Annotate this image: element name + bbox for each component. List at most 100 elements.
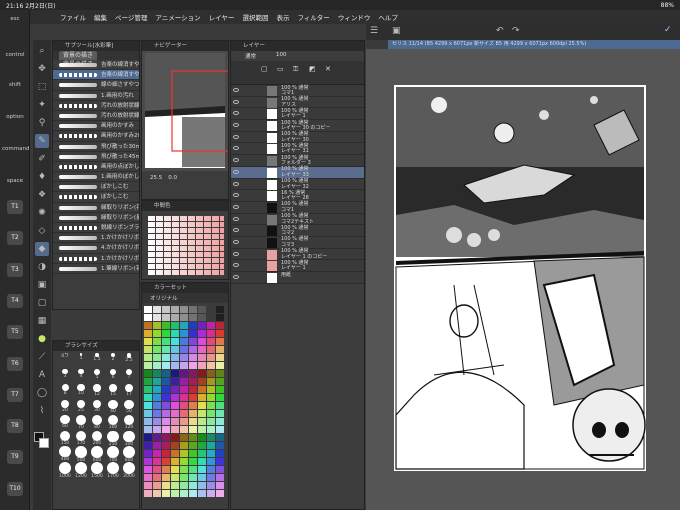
menu-item-9[interactable]: ヘルプ	[378, 12, 398, 22]
canvas-tab[interactable]: セリス 11/14 (B5 4299 x 6071px 新サイズ B5 用 42…	[388, 40, 680, 49]
color-swatch[interactable]	[152, 369, 161, 377]
color-swatch[interactable]	[215, 369, 224, 377]
visibility-eye-icon[interactable]	[233, 275, 239, 279]
brush-size-cell[interactable]: 1.5	[89, 353, 105, 369]
color-swatch[interactable]	[188, 409, 197, 417]
subtool-tab-1[interactable]: 背景の描き	[59, 51, 98, 60]
color-swatch[interactable]	[197, 337, 206, 345]
color-swatch[interactable]	[206, 369, 215, 377]
color-swatch[interactable]	[215, 377, 224, 385]
brush-size-cell[interactable]: 20	[57, 399, 73, 416]
layer-row[interactable]: 100 % 通常 アリス	[231, 97, 364, 109]
color-swatch[interactable]	[179, 449, 188, 457]
visibility-eye-icon[interactable]	[233, 228, 239, 233]
color-swatch[interactable]	[206, 409, 215, 417]
color-swatch[interactable]	[206, 345, 215, 353]
brush-size-cell[interactable]: 2.5	[121, 353, 137, 369]
color-swatch[interactable]	[188, 313, 197, 321]
menu-item-7[interactable]: フィルター	[297, 12, 329, 22]
color-swatch[interactable]	[170, 449, 179, 457]
color-swatch[interactable]	[170, 457, 179, 465]
color-swatch[interactable]	[215, 417, 224, 425]
brush-item[interactable]: 吉楽の線消すやつ・調整用-小	[53, 60, 139, 71]
color-swatch[interactable]	[206, 457, 215, 465]
color-swatch[interactable]	[179, 329, 188, 337]
color-swatch[interactable]	[179, 433, 188, 441]
color-swatch[interactable]	[143, 433, 152, 441]
brush-item[interactable]: 画用の点ぼかし	[53, 162, 139, 173]
dock-key-shift[interactable]: shift	[2, 82, 28, 88]
brush-item[interactable]: 1.かけかけリボンブラシ(花火)	[53, 254, 139, 264]
color-swatch[interactable]	[206, 393, 215, 401]
color-swatch[interactable]	[170, 353, 179, 361]
visibility-eye-icon[interactable]	[233, 111, 239, 116]
color-swatch[interactable]	[143, 393, 152, 401]
color-grid[interactable]	[148, 215, 224, 275]
color-swatch[interactable]	[161, 433, 170, 441]
dock-key-t7[interactable]: T7	[7, 387, 23, 402]
dock-key-t10[interactable]: T10	[7, 481, 23, 496]
menu-item-4[interactable]: レイヤー	[209, 12, 235, 22]
color-swatch[interactable]	[206, 417, 215, 425]
menu-item-1[interactable]: 編集	[94, 12, 107, 22]
color-swatch[interactable]	[170, 377, 179, 385]
color-swatch[interactable]	[170, 401, 179, 409]
color-swatch[interactable]	[161, 473, 170, 481]
dock-key-control[interactable]: control	[2, 52, 28, 58]
color-swatch[interactable]	[179, 489, 188, 497]
color-swatch[interactable]	[215, 425, 224, 433]
color-swatch[interactable]	[179, 321, 188, 329]
layer-row[interactable]: 100 % 通常 コマ3	[231, 237, 364, 249]
color-swatch[interactable]	[143, 353, 152, 361]
color-swatch[interactable]	[215, 457, 224, 465]
color-swatch[interactable]	[170, 409, 179, 417]
brush-size-cell[interactable]: 8	[57, 384, 73, 400]
color-swatches[interactable]	[142, 303, 228, 497]
color-swatch[interactable]	[161, 393, 170, 401]
balloon-tool-icon[interactable]: ◯	[35, 386, 49, 400]
brush-item[interactable]: ぼかしこむ	[53, 182, 139, 193]
dock-key-command[interactable]: command	[2, 146, 29, 152]
sub-color-swatch[interactable]	[39, 438, 49, 448]
layer-delete-icon[interactable]: ✕	[325, 65, 331, 73]
color-swatch[interactable]	[152, 489, 161, 497]
color-swatch[interactable]	[152, 305, 161, 313]
brush-size-cell[interactable]: 3	[57, 368, 73, 385]
color-swatch[interactable]	[197, 473, 206, 481]
brush-size-cell[interactable]: 1500	[89, 461, 105, 479]
color-swatch[interactable]	[161, 345, 170, 353]
dock-key-esc[interactable]: esc	[2, 16, 28, 22]
color-swatch[interactable]	[143, 385, 152, 393]
color-swatch[interactable]	[179, 345, 188, 353]
layer-row[interactable]: 用紙	[231, 272, 364, 284]
color-swatch[interactable]	[161, 481, 170, 489]
layer-row[interactable]: 100 % 通常 レイヤー 31	[231, 143, 364, 156]
brush-size-cell[interactable]: 40	[105, 399, 121, 416]
color-swatch[interactable]	[188, 345, 197, 353]
brush-size-cell[interactable]: 600	[89, 446, 105, 463]
brush-item[interactable]: 汚れの放射状線	[53, 101, 139, 111]
layer-new-icon[interactable]: ▢	[261, 65, 268, 73]
color-swatch[interactable]	[143, 409, 152, 417]
brush-size-cell[interactable]: 5	[89, 368, 105, 385]
eyedropper-icon[interactable]: ⚲	[35, 116, 49, 130]
color-swatch[interactable]	[215, 481, 224, 489]
color-swatch[interactable]	[188, 353, 197, 361]
select-tool-icon[interactable]: ⬚	[35, 80, 49, 94]
color-swatch[interactable]	[152, 425, 161, 433]
fill-tool-icon[interactable]: ◑	[35, 260, 49, 274]
color-swatch[interactable]	[197, 417, 206, 425]
layer-row[interactable]: 100 % 通常 レイヤー 32	[231, 178, 364, 191]
color-swatch[interactable]	[188, 465, 197, 473]
color-swatch[interactable]	[152, 409, 161, 417]
brush-size-cell[interactable]: 4	[73, 368, 89, 385]
color-swatch[interactable]	[152, 473, 161, 481]
color-set-name[interactable]: オリジナル	[150, 296, 178, 302]
color-swatch[interactable]	[197, 345, 206, 353]
brush-tool-icon[interactable]: ♦	[35, 170, 49, 184]
color-swatch[interactable]	[161, 417, 170, 425]
color-swatch[interactable]	[197, 481, 206, 489]
color-swatch[interactable]	[206, 353, 215, 361]
color-swatch[interactable]	[197, 465, 206, 473]
color-swatch[interactable]	[197, 369, 206, 377]
